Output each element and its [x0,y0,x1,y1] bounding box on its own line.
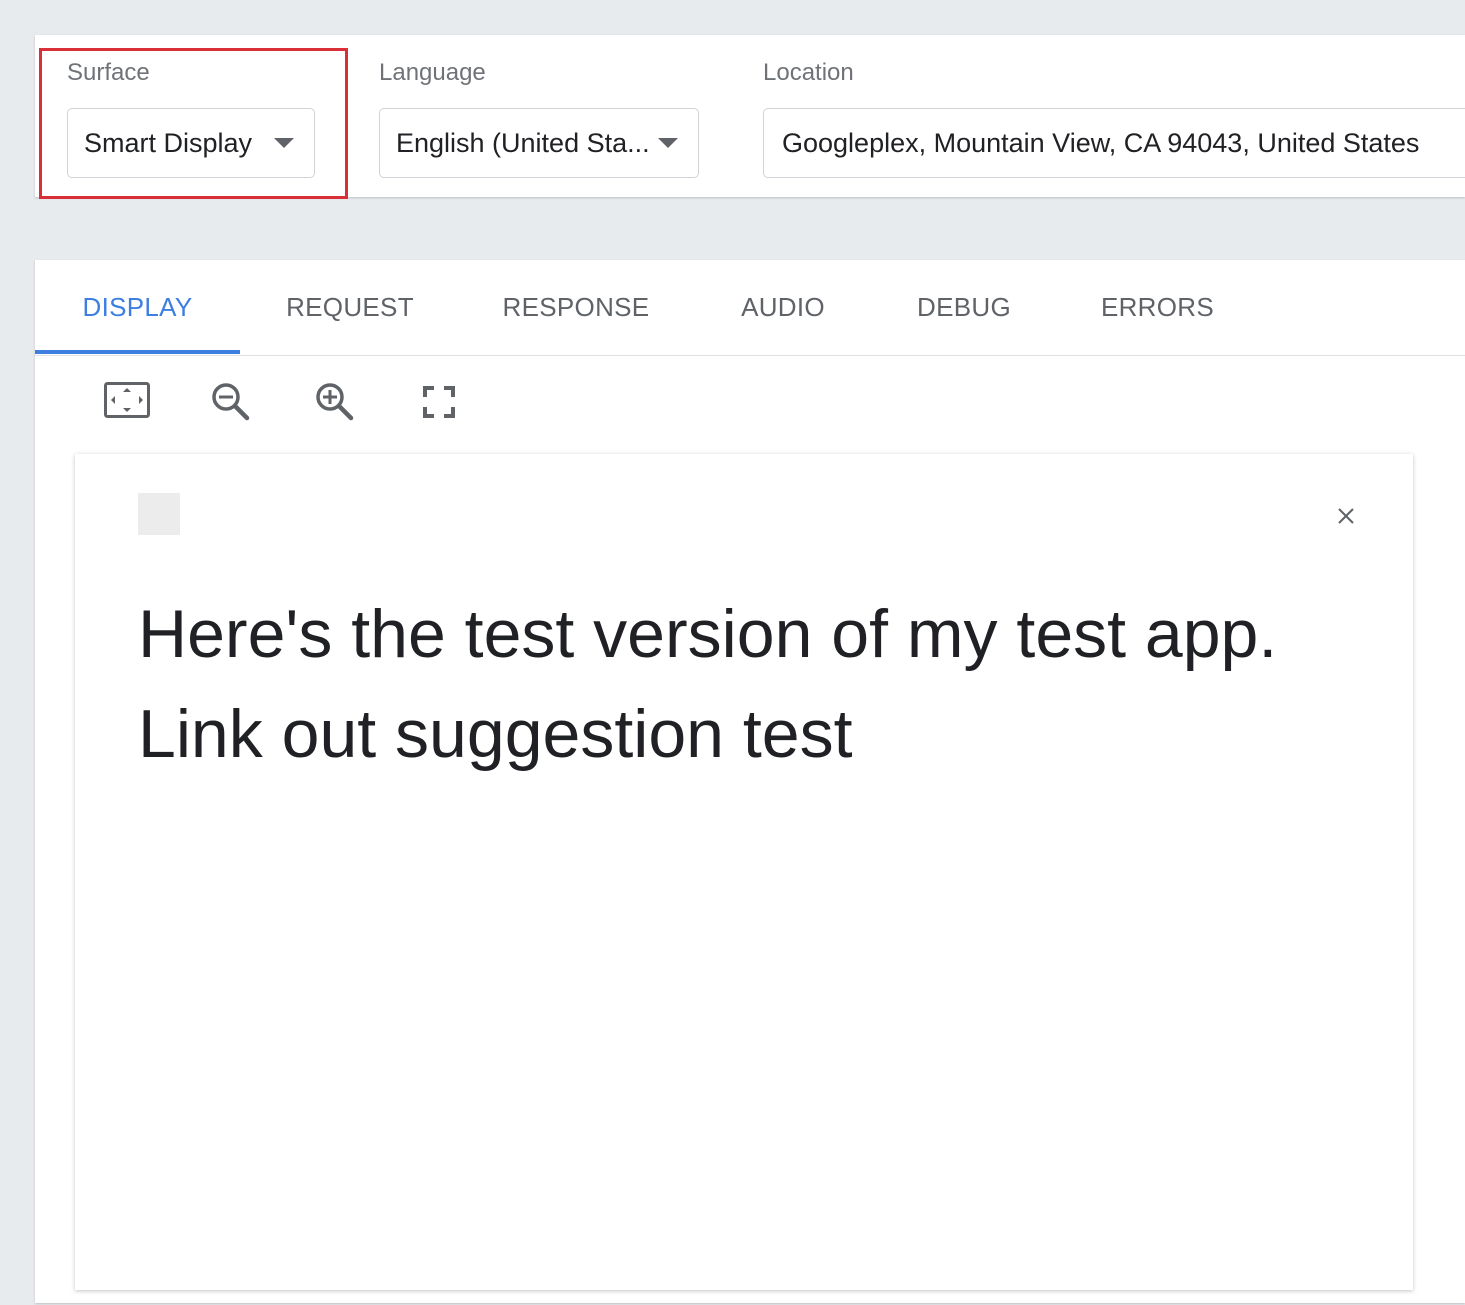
tab-bar: DISPLAY REQUEST RESPONSE AUDIO DEBUG ERR… [35,260,1465,356]
dropdown-arrow-icon [658,138,678,148]
language-select-value: English (United Sta... [396,127,650,158]
display-response-text: Here's the test version of my test app. … [138,584,1398,784]
settings-bar: Surface Smart Display Language English (… [35,35,1465,199]
display-card: Here's the test version of my test app. … [75,454,1413,1290]
zoom-out-icon[interactable] [207,378,255,426]
location-input-value: Googleplex, Mountain View, CA 94043, Uni… [782,127,1420,158]
tab-errors[interactable]: ERRORS [1085,260,1230,354]
language-label: Language [379,59,486,86]
tab-audio[interactable]: AUDIO [715,260,851,354]
active-tab-indicator [35,350,240,354]
close-icon[interactable] [1334,504,1358,528]
zoom-in-icon[interactable] [311,378,359,426]
fit-screen-icon[interactable] [103,378,151,426]
language-select[interactable]: English (United Sta... [379,108,699,178]
tab-display[interactable]: DISPLAY [35,260,240,354]
surface-highlight-box [39,48,348,199]
display-text-line: Here's the test version of my test app. [138,596,1278,672]
location-label: Location [763,59,854,86]
location-input[interactable]: Googleplex, Mountain View, CA 94043, Uni… [763,108,1465,178]
tab-debug[interactable]: DEBUG [897,260,1031,354]
display-text-line: Link out suggestion test [138,696,853,772]
tab-request[interactable]: REQUEST [240,260,460,354]
app-logo [138,493,180,535]
fullscreen-icon[interactable] [415,378,463,426]
tab-response[interactable]: RESPONSE [471,260,681,354]
simulator-panel: DISPLAY REQUEST RESPONSE AUDIO DEBUG ERR… [35,260,1465,1303]
